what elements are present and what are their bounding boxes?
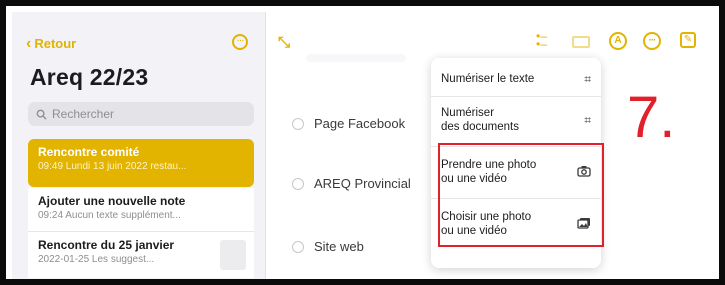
checklist-item-label: Site web <box>314 239 364 254</box>
checklist-item-label: Page Facebook <box>314 116 406 131</box>
notes-sidebar: ‹ Retour ··· Areq 22/23 Rechercher Renco… <box>12 12 266 279</box>
menu-divider <box>431 96 601 97</box>
chevron-left-icon: ‹ <box>26 34 32 52</box>
note-subtitle: 09:49 Lundi 13 juin 2022 restau... <box>38 161 187 172</box>
search-input[interactable]: Rechercher <box>28 102 254 126</box>
note-title: Ajouter une nouvelle note <box>38 194 186 208</box>
back-button[interactable]: ‹ Retour <box>26 34 77 52</box>
search-placeholder: Rechercher <box>52 107 115 121</box>
menu-item-scan-text[interactable]: Numériser le texte ⌗ <box>441 72 591 86</box>
note-subtitle: 09:24 Aucun texte supplément... <box>38 210 181 221</box>
note-thumbnail <box>220 240 246 270</box>
table-icon[interactable] <box>572 36 590 48</box>
scan-document-icon: ⌗ <box>584 113 591 127</box>
step-number-annotation: 7. <box>627 85 676 150</box>
checklist-item[interactable]: Page Facebook <box>292 116 405 131</box>
checkbox-circle[interactable] <box>292 117 304 130</box>
checkbox-circle[interactable] <box>292 177 304 190</box>
more-options-icon[interactable]: ··· <box>643 32 661 50</box>
checklist-item[interactable]: AREQ Provincial <box>292 176 411 191</box>
label-line: Numériser <box>441 107 495 119</box>
menu-item-label: Numériser le texte <box>441 73 535 85</box>
note-item[interactable]: Ajouter une nouvelle note 09:24 Aucun te… <box>28 188 254 232</box>
note-subtitle: 2022-01-25 Les suggest... <box>38 254 155 265</box>
note-title: Rencontre du 25 janvier <box>38 238 175 252</box>
note-item[interactable]: Rencontre du 25 janvier 2022-01-25 Les s… <box>28 232 254 278</box>
screenshot-frame: ‹ Retour ··· Areq 22/23 Rechercher Renco… <box>0 0 725 285</box>
scan-text-icon: ⌗ <box>584 72 591 86</box>
more-options-icon[interactable]: ··· <box>232 34 248 50</box>
faded-text-line <box>306 54 406 62</box>
search-icon <box>36 109 47 120</box>
note-item-selected[interactable]: Rencontre comité 09:49 Lundi 13 juin 202… <box>28 139 254 187</box>
markup-icon[interactable]: A <box>609 32 627 50</box>
folder-title: Areq 22/23 <box>30 64 149 90</box>
label-line: des documents <box>441 121 519 133</box>
checklist-icon[interactable]: •– •– <box>536 30 547 50</box>
menu-item-scan-documents[interactable]: Numériser des documents ⌗ <box>441 106 591 134</box>
checkbox-circle[interactable] <box>292 240 304 253</box>
checklist-item-label: AREQ Provincial <box>314 176 411 191</box>
expand-icon[interactable]: ⤡ <box>278 34 290 51</box>
note-title: Rencontre comité <box>38 145 140 159</box>
highlight-box <box>438 143 604 247</box>
back-label: Retour <box>34 36 77 51</box>
checklist-item[interactable]: Site web <box>292 239 364 254</box>
menu-item-label: Numériser des documents <box>441 106 519 134</box>
compose-icon[interactable]: ✎ <box>680 32 696 48</box>
